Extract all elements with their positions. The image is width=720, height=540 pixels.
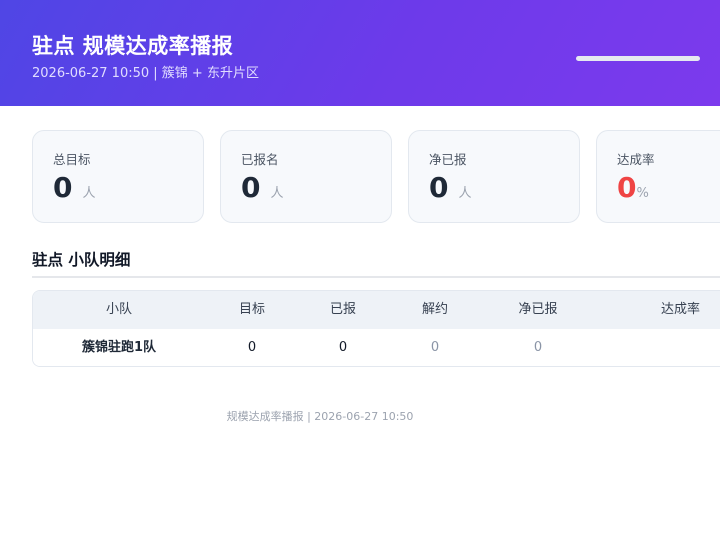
stat-unit: 人 — [270, 186, 284, 201]
stat-label: 净已报 — [429, 152, 467, 167]
stat-card-total-target: 总目标 0人 — [32, 130, 204, 223]
stat-value: 0 — [617, 171, 637, 204]
stat-value-wrap: 0人 — [241, 171, 284, 204]
stat-card-achievement-rate: 达成率 0% — [596, 130, 720, 223]
table-row: 簇锦驻跑1队 0 0 0 0 — [33, 329, 720, 366]
page-subtitle: 2026-06-27 10:50 | 簇锦 + 东升片区 — [32, 66, 259, 81]
table-header-row: 小队 目标 已报 解约 净已报 达成率 — [33, 291, 720, 329]
stat-value-wrap: 0% — [617, 171, 649, 204]
section-title: 驻点 小队明细 — [32, 251, 131, 269]
stat-card-registered: 已报名 0人 — [220, 130, 392, 223]
cell-registered: 0 — [338, 340, 348, 355]
stat-label: 已报名 — [241, 152, 279, 167]
column-header-net: 净已报 — [518, 302, 558, 317]
column-header-registered: 已报 — [329, 302, 356, 317]
stat-card-net-registered: 净已报 0人 — [408, 130, 580, 223]
cell-target: 0 — [247, 340, 257, 355]
page-title: 驻点 规模达成率播报 — [32, 34, 234, 58]
column-header-target: 目标 — [238, 302, 265, 317]
cell-net: 0 — [533, 340, 543, 355]
cell-cancelled: 0 — [430, 340, 440, 355]
stat-label: 达成率 — [617, 152, 655, 167]
stat-value-wrap: 0人 — [429, 171, 472, 204]
section-divider — [32, 276, 720, 278]
stat-value: 0 — [241, 171, 261, 204]
column-header-cancelled: 解约 — [421, 302, 448, 317]
stat-unit: 人 — [458, 186, 472, 201]
rate-progress-bar — [576, 56, 700, 61]
column-header-rate: 达成率 — [661, 302, 701, 317]
column-header-team: 小队 — [105, 302, 132, 317]
cell-team: 簇锦驻跑1队 — [81, 340, 157, 355]
report-header: 驻点 规模达成率播报 2026-06-27 10:50 | 簇锦 + 东升片区 — [0, 0, 720, 106]
stat-unit: 人 — [82, 186, 96, 201]
stat-value: 0 — [429, 171, 449, 204]
stat-unit: % — [636, 186, 649, 201]
stat-label: 总目标 — [53, 152, 91, 167]
team-detail-table: 小队 目标 已报 解约 净已报 达成率 簇锦驻跑1队 0 0 0 0 — [32, 290, 720, 367]
footer-text: 规模达成率播报 | 2026-06-27 10:50 — [226, 410, 414, 423]
stat-value-wrap: 0人 — [53, 171, 96, 204]
stat-value: 0 — [53, 171, 73, 204]
